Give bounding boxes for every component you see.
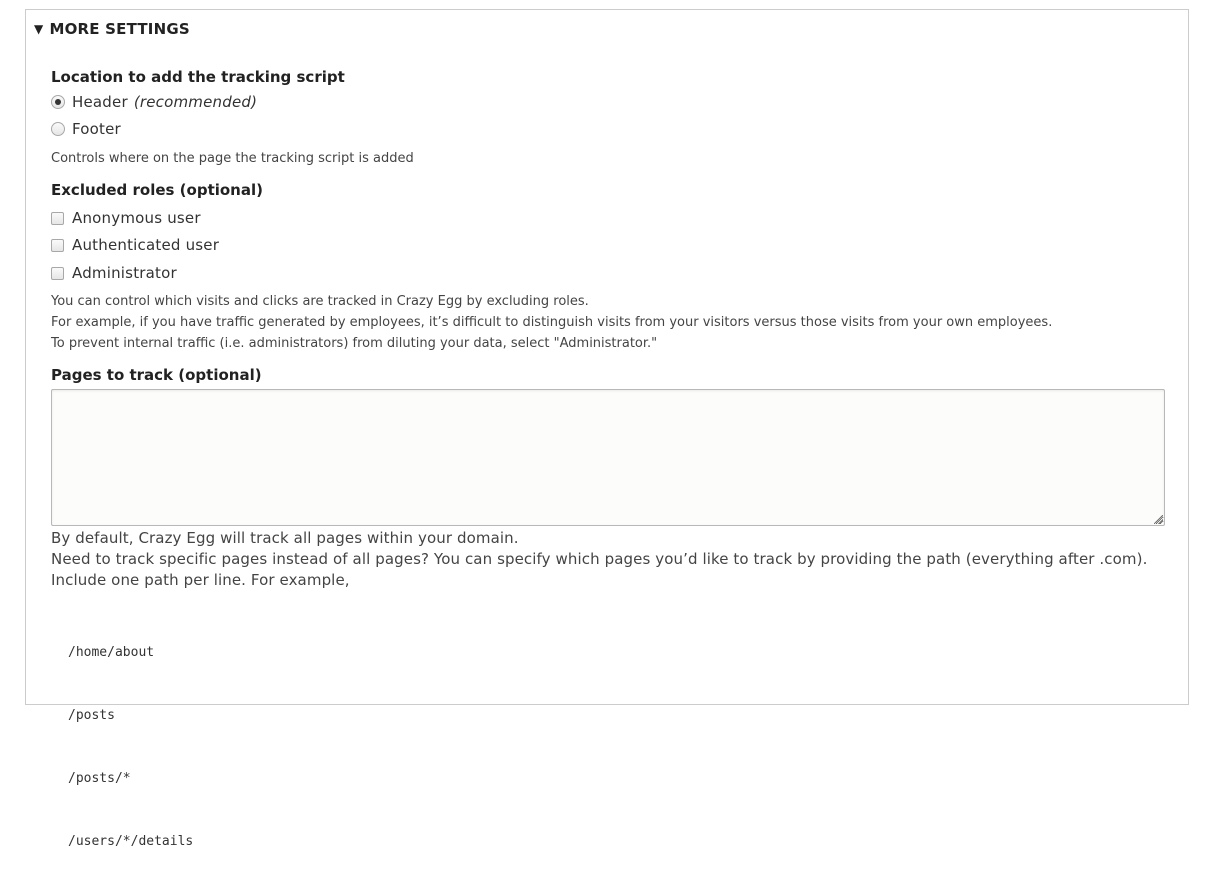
path-example: /posts/*	[68, 771, 131, 786]
location-label: Location to add the tracking script	[51, 68, 345, 86]
pages-description-line: By default, Crazy Egg will track all pag…	[51, 529, 519, 547]
authenticated-user-label: Authenticated user	[72, 236, 220, 254]
header-radio[interactable]	[51, 95, 65, 109]
triangle-down-icon: ▼	[34, 22, 44, 36]
pages-to-track-description: By default, Crazy Egg will track all pag…	[51, 528, 1147, 591]
excluded-roles-description-line: To prevent internal traffic (i.e. admini…	[51, 336, 658, 351]
more-settings-title: MORE SETTINGS	[49, 20, 190, 38]
pages-to-track-textarea[interactable]	[51, 389, 1165, 526]
pages-description-line: Need to track specific pages instead of …	[51, 550, 1148, 568]
recommended-note: (recommended)	[133, 93, 258, 111]
path-example: /users/*/details	[68, 834, 194, 849]
excluded-roles-label: Excluded roles (optional)	[51, 181, 263, 199]
more-settings-panel: ▼ MORE SETTINGS Location to add the trac…	[25, 9, 1189, 849]
path-examples: /home/about /posts /posts/* /users/*/det…	[68, 600, 193, 894]
anonymous-user-label: Anonymous user	[72, 209, 201, 227]
role-option-authenticated[interactable]: Authenticated user	[51, 236, 219, 254]
administrator-checkbox[interactable]	[51, 266, 64, 280]
pages-to-track-label: Pages to track (optional)	[51, 366, 262, 384]
role-option-administrator[interactable]: Administrator	[51, 264, 177, 282]
path-example: /posts	[68, 708, 115, 723]
more-settings-toggle[interactable]: ▼ MORE SETTINGS	[34, 20, 190, 38]
footer-radio-label: Footer	[72, 120, 121, 138]
excluded-roles-description-line: For example, if you have traffic generat…	[51, 315, 1053, 330]
authenticated-user-checkbox[interactable]	[51, 238, 64, 252]
location-description: Controls where on the page the tracking …	[51, 151, 414, 166]
excluded-roles-description: You can control which visits and clicks …	[51, 291, 1052, 354]
role-option-anonymous[interactable]: Anonymous user	[51, 209, 201, 227]
location-option-header[interactable]: Header (recommended)	[51, 93, 257, 111]
path-example: /home/about	[68, 645, 155, 660]
administrator-label: Administrator	[72, 264, 177, 282]
resize-handle-icon[interactable]	[1154, 515, 1165, 526]
anonymous-user-checkbox[interactable]	[51, 211, 64, 225]
pages-description-line: Include one path per line. For example,	[51, 571, 350, 589]
header-radio-label: Header	[72, 93, 128, 111]
location-option-footer[interactable]: Footer	[51, 120, 121, 138]
excluded-roles-description-line: You can control which visits and clicks …	[51, 294, 589, 309]
footer-radio[interactable]	[51, 122, 65, 136]
